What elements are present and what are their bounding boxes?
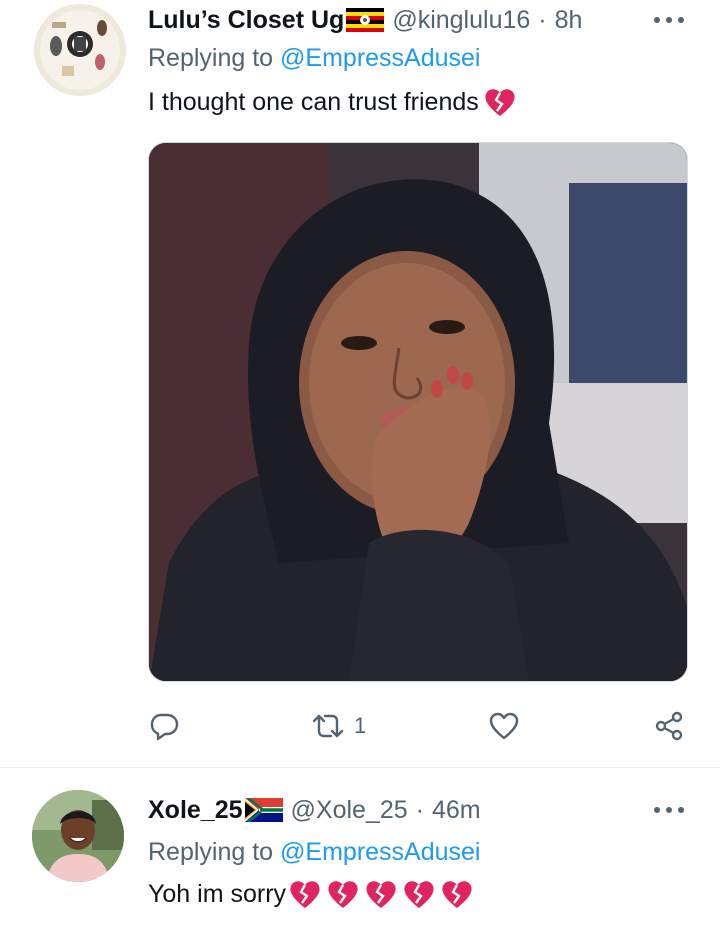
like-button[interactable] bbox=[488, 706, 530, 746]
avatar[interactable] bbox=[34, 4, 126, 96]
broken-heart-emoji bbox=[485, 89, 515, 116]
broken-heart-emoji bbox=[366, 881, 396, 908]
timestamp[interactable]: 46m bbox=[432, 796, 481, 825]
reply-icon bbox=[150, 713, 179, 741]
tweet-xole25[interactable]: Xole_25 @Xole_25 · 46m Replying to @Empr… bbox=[0, 768, 720, 927]
user-handle[interactable]: @kinglulu16 bbox=[392, 6, 530, 35]
mention-link[interactable]: @EmpressAdusei bbox=[280, 838, 480, 866]
user-handle[interactable]: @Xole_25 bbox=[291, 796, 408, 825]
tweet-kinglulu16[interactable]: Lulu’s Closet Ug @kinglulu16 · 8h Replyi… bbox=[0, 0, 720, 768]
uganda-flag bbox=[346, 8, 385, 32]
tweet-text-content: I thought one can trust friends bbox=[148, 87, 479, 116]
tweet-header: Xole_25 @Xole_25 · 46m bbox=[148, 794, 481, 826]
avatar[interactable] bbox=[32, 790, 124, 882]
timestamp[interactable]: 8h bbox=[555, 6, 583, 35]
tweet-header: Lulu’s Closet Ug @kinglulu16 · 8h bbox=[148, 4, 582, 36]
retweet-icon bbox=[312, 714, 344, 738]
retweet-button[interactable]: 1 bbox=[312, 706, 366, 746]
mention-link[interactable]: @EmpressAdusei bbox=[280, 44, 480, 72]
display-name[interactable]: Lulu’s Closet Ug bbox=[148, 6, 344, 35]
like-icon bbox=[489, 712, 519, 740]
tweet-text: Yoh im sorry bbox=[148, 878, 474, 910]
more-icon[interactable] bbox=[654, 805, 684, 815]
broken-heart-emoji bbox=[404, 881, 434, 908]
share-icon bbox=[655, 711, 683, 741]
tweet-actions: 1 bbox=[148, 706, 688, 746]
broken-heart-emoji bbox=[290, 881, 320, 908]
replying-label: Replying to bbox=[148, 44, 274, 72]
reply-button[interactable] bbox=[148, 706, 190, 746]
display-name[interactable]: Xole_25 bbox=[148, 796, 243, 825]
replying-to-line: Replying to @EmpressAdusei bbox=[148, 44, 480, 73]
replying-to-line: Replying to @EmpressAdusei bbox=[148, 838, 480, 867]
tweet-text: I thought one can trust friends bbox=[148, 86, 517, 118]
broken-heart-emoji bbox=[442, 881, 472, 908]
separator-dot: · bbox=[415, 795, 424, 824]
separator-dot: · bbox=[538, 5, 547, 34]
south-africa-flag bbox=[244, 798, 283, 822]
share-button[interactable] bbox=[653, 706, 685, 746]
tweet-text-content: Yoh im sorry bbox=[148, 879, 287, 908]
broken-heart-emoji bbox=[328, 881, 358, 908]
more-icon[interactable] bbox=[654, 15, 684, 25]
tweet-photo[interactable] bbox=[148, 142, 688, 682]
retweet-count: 1 bbox=[354, 713, 367, 738]
replying-label: Replying to bbox=[148, 838, 274, 866]
